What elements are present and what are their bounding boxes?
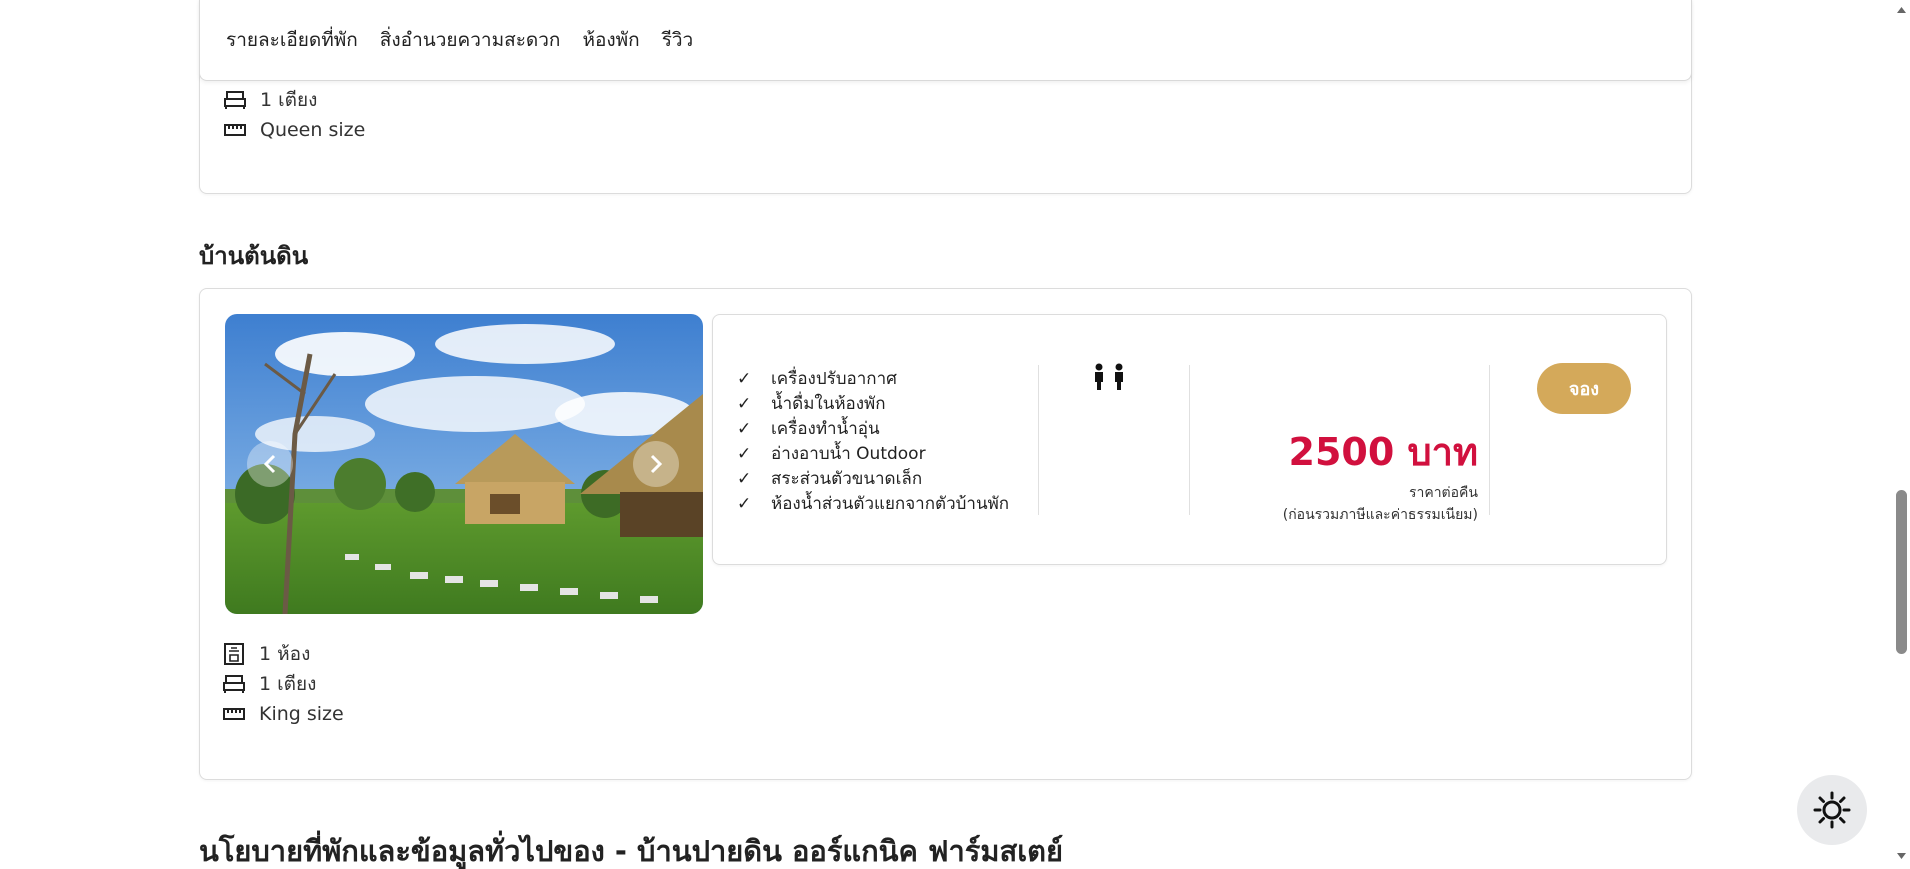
bed-size-row: King size (223, 699, 344, 729)
amenity-item: ✓ เครื่องปรับอากาศ (737, 368, 897, 390)
room-specs: 1 ห้อง 1 เตียง King size (223, 639, 344, 729)
guest-capacity (1093, 363, 1125, 391)
amenity-item: ✓ สระส่วนตัวขนาดเล็ก (737, 468, 923, 490)
policy-title: นโยบายที่พักและข้อมูลทั่วไปของ - บ้านปาย… (199, 834, 1063, 868)
divider (1489, 365, 1490, 515)
tab-reviews[interactable]: รีวิว (662, 25, 694, 55)
chevron-right-icon (650, 454, 663, 474)
scrollbar[interactable] (1893, 0, 1910, 869)
tab-facilities[interactable]: สิ่งอำนวยความสะดวก (380, 25, 561, 55)
bed-size: Queen size (260, 119, 366, 141)
room-count-row: 1 ห้อง (223, 639, 344, 669)
person-icon (1095, 363, 1103, 390)
scroll-down-arrow-icon[interactable] (1896, 852, 1907, 860)
scrollbar-thumb[interactable] (1896, 490, 1907, 654)
bed-count-row: 1 เตียง (223, 669, 344, 699)
price-note: (ก่อนรวมภาษีและค่าธรรมเนียม) (1282, 507, 1478, 523)
room-icon (223, 643, 245, 665)
check-icon: ✓ (737, 418, 752, 439)
divider (1038, 365, 1039, 515)
amenity-item: ✓ ห้องน้ำส่วนตัวแยกจากตัวบ้านพัก (737, 493, 1010, 515)
room-count: 1 ห้อง (259, 643, 311, 665)
price-block: 2500 บาท ราคาต่อคืน (ก่อนรวมภาษีและค่าธร… (1118, 421, 1478, 526)
check-icon: ✓ (737, 393, 752, 414)
tab-details[interactable]: รายละเอียดที่พัก (226, 25, 358, 55)
book-button[interactable]: จอง (1537, 363, 1631, 414)
section-tabs: รายละเอียดที่พัก สิ่งอำนวยความสะดวก ห้อง… (199, 0, 1692, 81)
bed-icon (223, 673, 245, 695)
room-info-panel: ✓ เครื่องปรับอากาศ ✓ น้ำดื่มในห้องพัก ✓ เคร… (712, 314, 1667, 565)
carousel-next-button[interactable] (633, 441, 679, 487)
scroll-up-arrow-icon[interactable] (1896, 6, 1907, 14)
bed-icon (224, 89, 246, 111)
check-icon: ✓ (737, 443, 752, 464)
amenity-item: ✓ อ่างอาบน้ำ Outdoor (737, 443, 926, 465)
check-icon: ✓ (737, 468, 752, 489)
bed-size: King size (259, 703, 344, 725)
room-photo-carousel[interactable] (225, 314, 703, 614)
bed-count-row: 1 เตียง (224, 85, 365, 115)
theme-toggle-button[interactable] (1797, 775, 1867, 845)
room-photo (225, 314, 703, 614)
amenity-item: ✓ น้ำดื่มในห้องพัก (737, 393, 886, 415)
check-icon: ✓ (737, 368, 752, 389)
amenity-item: ✓ เครื่องทำน้ำอุ่น (737, 418, 880, 440)
amenity-list: ✓ เครื่องปรับอากาศ ✓ น้ำดื่มในห้องพัก ✓ เคร… (737, 366, 1009, 516)
ruler-icon (223, 703, 245, 725)
bed-count: 1 เตียง (259, 673, 317, 695)
bed-size-row: Queen size (224, 115, 365, 145)
bed-count: 1 เตียง (260, 89, 318, 111)
check-icon: ✓ (737, 493, 752, 514)
room-title: บ้านต้นดิน (199, 242, 309, 270)
person-icon (1115, 363, 1123, 390)
carousel-prev-button[interactable] (247, 441, 293, 487)
sun-icon (1813, 791, 1851, 829)
price: 2500 บาท (1288, 430, 1479, 474)
tab-rooms[interactable]: ห้องพัก (582, 25, 639, 55)
ruler-icon (224, 119, 246, 141)
chevron-left-icon (263, 454, 276, 474)
price-unit: ราคาต่อคืน (1408, 485, 1478, 501)
